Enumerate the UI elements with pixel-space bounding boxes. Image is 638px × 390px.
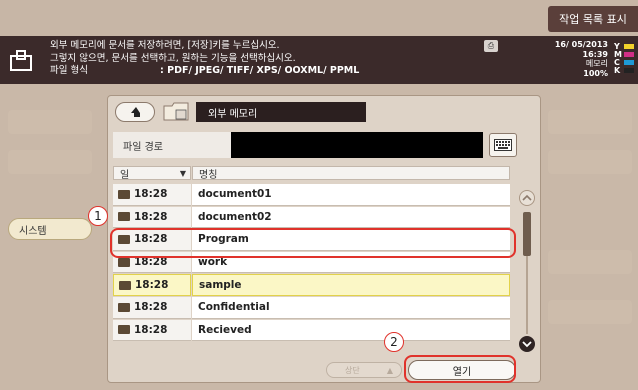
file-row-program[interactable]: 18:28 Program [113,229,513,252]
status-memory-value: 100% [583,68,608,78]
screen: 작업 목록 표시 외부 메모리에 문서를 저장하려면, [저장]키를 누르십시오… [0,0,638,390]
chevron-down-icon [522,341,532,348]
file-row-work[interactable]: 18:28 work [113,251,513,275]
column-header-date[interactable]: 일 ▼ [113,166,191,181]
folder-icon [118,257,130,267]
folder-icon [118,234,130,244]
folder-icon [118,212,130,222]
up-arrow-icon [131,107,140,117]
current-folder-title: 외부 메모리 [196,102,366,122]
keyboard-button[interactable] [489,133,517,157]
file-format-label: 파일 형식 [50,65,88,76]
file-list: 18:28 document01 18:28 document02 18:28 … [113,184,513,342]
ghost-block [548,250,632,274]
toner-levels: Y M C K [614,42,634,75]
status-time: 16:39 [582,49,608,59]
top-band: 작업 목록 표시 [0,0,638,36]
status-info: 16/ 05/2013 16:39 메모리 100% [548,40,608,78]
scroll-down-button[interactable] [519,336,535,352]
file-path-label: 파일 경로 [113,132,231,158]
file-row-document01[interactable]: 18:28 document01 [113,184,513,207]
ghost-block [8,110,92,134]
parent-folder-button[interactable] [115,102,155,122]
ghost-block [8,150,92,174]
file-row-confidential[interactable]: 18:28 Confidential [113,296,513,320]
column-header-name[interactable]: 명칭 [192,166,510,181]
file-path-field[interactable] [231,132,483,158]
ghost-block [548,300,632,324]
upper-level-button[interactable]: 상단 ▲ [326,362,402,378]
folder-icon [119,280,131,290]
step-2-callout: 2 [384,332,404,352]
message-line-1: 외부 메모리에 문서를 저장하려면, [저장]키를 누르십시오. [50,40,280,51]
list-header: 일 ▼ 명칭 [113,166,513,181]
folder-icon [118,302,130,312]
file-format-value: : PDF/ JPEG/ TIFF/ XPS/ OOXML/ PPML [160,65,360,76]
keyboard-icon [494,139,512,151]
message-bar: 외부 메모리에 문서를 저장하려면, [저장]키를 누르십시오. 그렇지 않으면… [0,36,638,84]
sort-down-icon: ▼ [179,168,186,178]
memory-card-icon: ⎙ [484,40,498,52]
status-date: 16/ 05/2013 [554,40,608,49]
file-row-recieved[interactable]: 18:28 Recieved [113,319,513,343]
toner-k: K [614,66,634,75]
ghost-block [548,150,632,174]
folder-icon [118,189,130,199]
file-row-sample[interactable]: 18:28 sample [113,274,513,297]
folder-icon [163,102,189,121]
message-text: 외부 메모리에 문서를 저장하려면, [저장]키를 누르십시오. 그렇지 않으면… [50,40,359,78]
open-button[interactable]: 열기 [408,360,516,380]
ghost-block [548,110,632,134]
system-button[interactable]: 시스템 [8,218,92,240]
job-list-button[interactable]: 작업 목록 표시 [548,6,638,32]
status-memory-label: 메모리 [585,59,608,68]
file-path-row: 파일 경로 [113,132,533,158]
file-browser-panel: 외부 메모리 파일 경로 일 ▼ 명칭 18:28 document01 18:… [107,95,541,383]
external-memory-icon [10,50,32,71]
scrollbar-thumb[interactable] [523,212,531,256]
chevron-up-icon [522,194,532,201]
folder-icon [118,325,130,335]
message-line-2: 그렇지 않으면, 문서를 선택하고, 원하는 기능을 선택하십시오. [50,52,296,64]
file-row-document02[interactable]: 18:28 document02 [113,206,513,230]
triangle-up-icon: ▲ [386,365,393,375]
step-1-callout: 1 [88,206,108,226]
file-format-row: 파일 형식 : PDF/ JPEG/ TIFF/ XPS/ OOXML/ PPM… [50,65,359,78]
scroll-up-button[interactable] [519,190,535,206]
